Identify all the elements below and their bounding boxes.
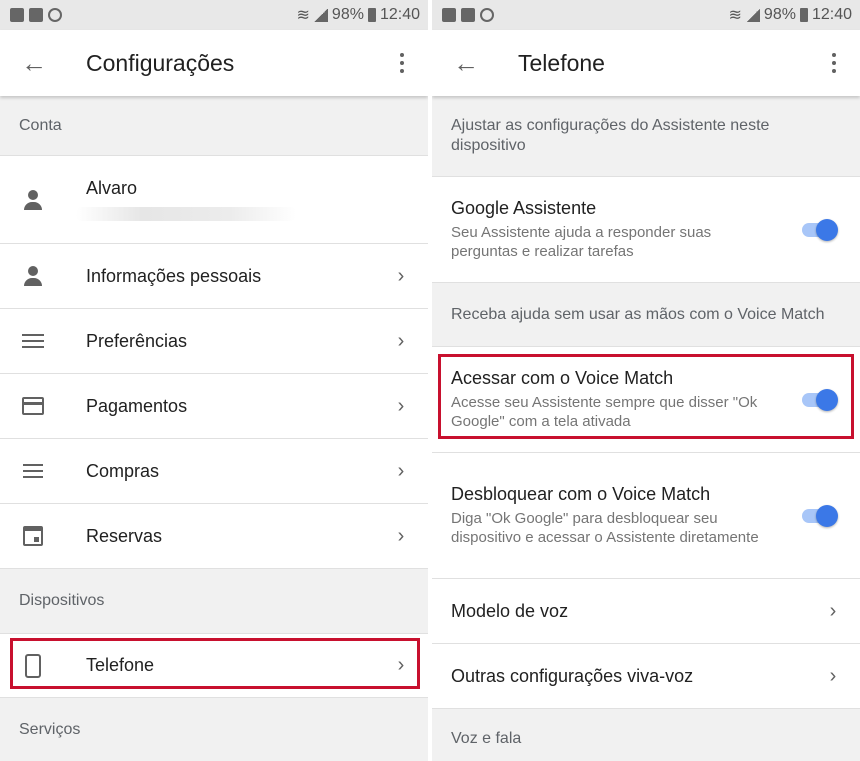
google-assistant-toggle[interactable]: [782, 218, 846, 242]
wifi-icon: ≋: [296, 7, 310, 24]
back-arrow-icon[interactable]: ←: [432, 48, 500, 79]
handsfree-settings-row[interactable]: Outras configurações viva-voz ›: [432, 644, 860, 709]
voice-match-header: Receba ajuda sem usar as mãos com o Voic…: [432, 283, 860, 347]
phone-assistant-screen: ≋ 98% 12:40 ← Telefone Ajustar as config…: [432, 0, 860, 761]
voice-match-access-title: Acessar com o Voice Match: [451, 368, 674, 388]
voice-speech-header: Voz e fala: [432, 709, 860, 761]
chevron-right-icon: ›: [397, 654, 405, 676]
voice-model-row[interactable]: Modelo de voz ›: [432, 579, 860, 644]
section-header-servicos: Serviços: [0, 698, 428, 761]
account-icon: [22, 189, 44, 211]
handsfree-settings-label: Outras configurações viva-voz: [451, 665, 694, 686]
battery-level: 98%: [763, 6, 796, 23]
app-bar: ← Telefone: [432, 30, 860, 96]
voice-match-unlock-row[interactable]: Desbloquear com o Voice Match Diga "Ok G…: [432, 453, 860, 579]
status-bar: ≋ 98% 12:40: [432, 0, 860, 30]
section-header-conta: Conta: [0, 96, 428, 156]
clock: 12:40: [811, 6, 852, 23]
google-assistant-title: Google Assistente: [451, 198, 597, 218]
gallery-notification-icon: [29, 8, 43, 22]
menu-item-preferencias[interactable]: Preferências ›: [0, 309, 428, 374]
menu-item-pagamentos[interactable]: Pagamentos ›: [0, 374, 428, 439]
account-email-redacted: [76, 207, 296, 221]
account-row[interactable]: Alvaro: [0, 156, 428, 244]
voice-model-label: Modelo de voz: [451, 600, 569, 621]
voice-match-unlock-toggle[interactable]: [782, 504, 846, 528]
credit-card-icon: [22, 397, 44, 415]
list-icon: [23, 464, 43, 478]
menu-item-label: Pagamentos: [86, 395, 188, 416]
menu-item-label: Reservas: [86, 525, 163, 546]
status-bar: ≋ 98% 12:40: [0, 0, 428, 30]
wifi-icon: ≋: [728, 7, 742, 24]
battery-icon: [367, 8, 376, 22]
phone-icon: [25, 653, 41, 678]
menu-item-label: Informações pessoais: [86, 265, 262, 286]
whatsapp-notification-icon: [480, 8, 494, 22]
signal-icon: [745, 8, 760, 22]
voice-match-access-row[interactable]: Acessar com o Voice Match Acesse seu Ass…: [432, 347, 860, 453]
page-title: Telefone: [518, 49, 605, 76]
calendar-icon: [23, 526, 43, 546]
person-icon: [22, 265, 44, 287]
chevron-right-icon: ›: [397, 459, 405, 482]
battery-level: 98%: [331, 6, 364, 23]
gallery-notification-icon: [442, 8, 456, 22]
clock: 12:40: [379, 6, 420, 23]
chevron-right-icon: ›: [397, 394, 405, 417]
account-name: Alvaro: [86, 178, 138, 198]
section-header-dispositivos: Dispositivos: [0, 569, 428, 634]
menu-item-reservas[interactable]: Reservas ›: [0, 504, 428, 569]
back-arrow-icon[interactable]: ←: [0, 48, 68, 79]
app-bar: ← Configurações: [0, 30, 428, 96]
device-row-telefone[interactable]: Telefone ›: [0, 634, 428, 698]
device-label: Telefone: [86, 655, 155, 675]
chevron-right-icon: ›: [397, 329, 405, 352]
settings-screen: ≋ 98% 12:40 ← Configurações Conta Alvaro…: [0, 0, 428, 761]
voice-match-access-subtitle: Acesse seu Assistente sempre que disser …: [451, 394, 758, 430]
battery-icon: [799, 8, 808, 22]
voice-match-access-toggle[interactable]: [782, 388, 846, 412]
facebook-notification-icon: [461, 8, 475, 22]
assistant-settings-description: Ajustar as configurações do Assistente n…: [432, 96, 860, 177]
tune-icon: [22, 332, 44, 350]
signal-icon: [313, 8, 328, 22]
facebook-notification-icon: [10, 8, 24, 22]
google-assistant-subtitle: Seu Assistente ajuda a responder suas pe…: [451, 224, 712, 260]
more-options-icon[interactable]: [808, 53, 860, 73]
chevron-right-icon: ›: [397, 264, 405, 287]
google-assistant-row[interactable]: Google Assistente Seu Assistente ajuda a…: [432, 177, 860, 283]
chevron-right-icon: ›: [397, 524, 405, 547]
page-title: Configurações: [86, 49, 235, 76]
menu-item-compras[interactable]: Compras ›: [0, 439, 428, 504]
chevron-right-icon: ›: [829, 599, 837, 622]
more-options-icon[interactable]: [376, 53, 428, 73]
menu-item-label: Preferências: [86, 330, 188, 351]
voice-match-unlock-subtitle: Diga "Ok Google" para desbloquear seu di…: [451, 510, 759, 546]
voice-match-unlock-title: Desbloquear com o Voice Match: [451, 484, 711, 504]
menu-item-label: Compras: [86, 460, 160, 481]
chevron-right-icon: ›: [829, 664, 837, 687]
whatsapp-notification-icon: [48, 8, 62, 22]
menu-item-informacoes-pessoais[interactable]: Informações pessoais ›: [0, 244, 428, 309]
